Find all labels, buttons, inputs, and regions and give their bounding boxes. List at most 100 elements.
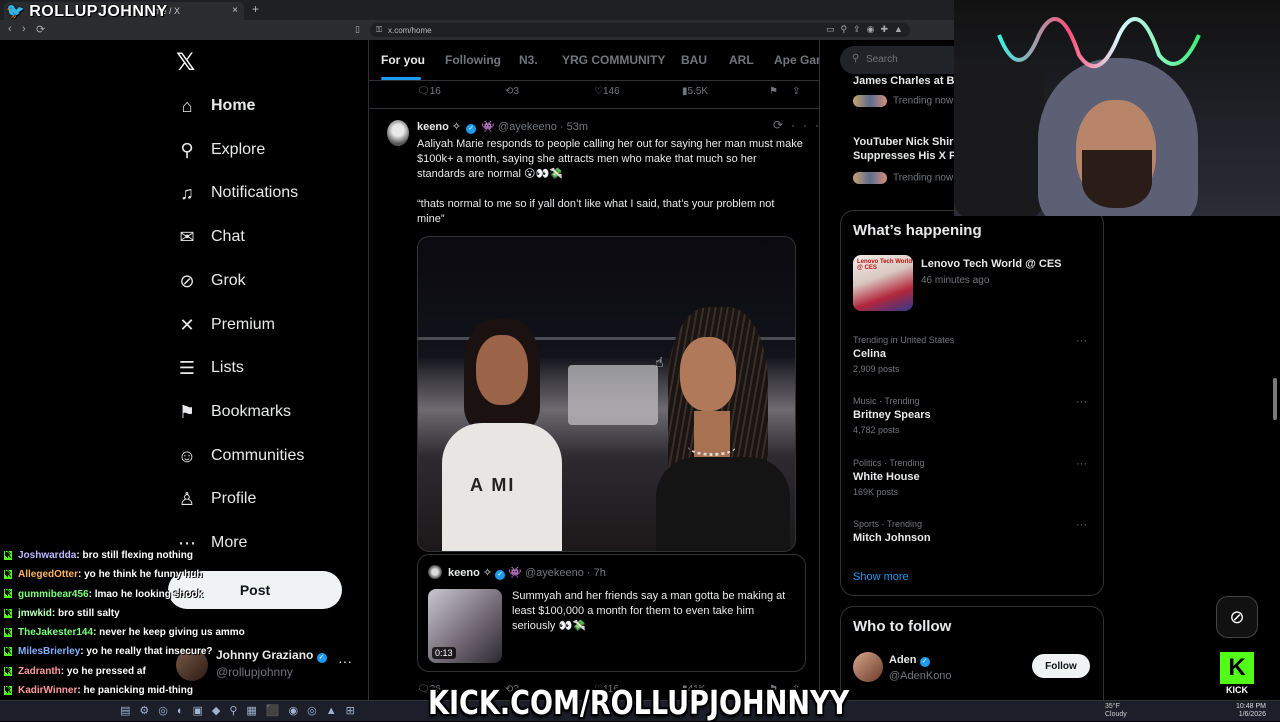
new-tab-button[interactable]: + [252,2,259,16]
kick-logo-letter: K [1220,652,1254,684]
x-logo-icon[interactable]: 𝕏 [176,48,195,77]
neon-light-icon [997,17,1201,69]
top-trend-title[interactable]: YouTuber Nick Shir Suppresses His X P [853,135,963,163]
tweet-video[interactable]: A MI [417,236,796,552]
more-icon[interactable]: ··· [1076,335,1087,347]
close-icon[interactable]: × [232,5,238,16]
more-icon[interactable]: ··· [1076,519,1087,531]
sidebar-item-lists[interactable]: ☰ Lists [176,353,244,383]
back-button[interactable]: ‹ [8,23,12,35]
avatar-stack [853,172,887,184]
trend-item[interactable]: Politics · Trending White House 169K pos… [853,458,1093,497]
more-icon[interactable]: ··· [1076,396,1087,408]
reply-button[interactable]: 🗨 16 [417,86,441,97]
tab-n3[interactable]: N3. [519,53,538,67]
tweet-author-name[interactable]: keeno [417,121,449,133]
weather-widget[interactable]: 35°F Cloudy [1105,703,1127,719]
trend-count: 2,909 posts [853,364,900,374]
quoted-author-name: keeno [448,567,480,579]
tab-yrg-community[interactable]: YRG COMMUNITY [562,53,665,67]
twitter-bird-icon: 🐦 [6,3,26,20]
trend-name: White House [853,471,920,483]
chat-username: jmwkid [18,607,52,619]
reload-button[interactable]: ⟳ [36,23,45,36]
event-thumbnail[interactable]: Lenovo Tech World @ CES [853,255,913,311]
top-trend-title[interactable]: James Charles at B [853,74,963,88]
repost-button[interactable]: ⟲ 3 [505,86,519,97]
sidebar-item-label: Notifications [211,184,299,201]
video-duration: 0:13 [432,647,456,659]
sidebar-item-grok[interactable]: ⊘ Grok [176,266,245,296]
sidebar-item-chat[interactable]: ✉ Chat [176,222,245,252]
avatar [428,565,442,579]
show-more-link[interactable]: Show more [853,571,909,583]
quoted-tweet[interactable]: keeno ✧ ✓ 👾 @ayekeeno · 7h 0:13 Summyah … [417,554,806,672]
trend-item[interactable]: Sports · Trending Mitch Johnson ··· [853,519,1093,544]
sidebar-item-label: Chat [211,228,245,245]
chat-text: : lmao he looking shook [88,588,204,600]
bookmark-icon[interactable]: ⚑ [769,86,778,97]
active-tab-indicator [381,77,421,80]
section-title: What’s happening [853,222,982,239]
taskbar-app-icons[interactable]: ▤⚙◎◐▣◆⚲▦⬛◉◎▲⊞ [120,704,364,717]
scrollbar[interactable] [1273,378,1277,420]
affiliate-badge-icon: 👾 [508,567,522,579]
sidebar-item-bookmarks[interactable]: ⚑ Bookmarks [176,397,291,427]
kick-badge-icon: K [4,666,12,676]
tweet-time[interactable]: · 53m [560,121,588,133]
tab-following[interactable]: Following [445,53,501,67]
trend-context: Music · Trending [853,396,920,406]
kick-logo-word: KICK [1226,685,1248,695]
trend-item[interactable]: Music · Trending Britney Spears 4,782 po… [853,396,1093,435]
avatar-stack [853,95,887,107]
lock-icon: ⚿ [376,25,383,34]
tab-bau[interactable]: BAU [681,53,707,67]
sidebar-item-profile[interactable]: ♙ Profile [176,484,256,514]
chat-username: AllegedOtter [18,569,79,581]
event-time: 46 minutes ago [921,275,990,286]
more-icon[interactable]: ··· [791,118,827,132]
chat-message: K Joshwardda: bro still flexing nothing [0,546,360,565]
bell-icon: ♫ [180,182,194,203]
suggested-user-name[interactable]: Aden ✓ [889,654,930,667]
communities-icon: ☺ [177,445,197,466]
like-button[interactable]: ♡ 146 [594,86,620,97]
tweet-header: keeno ✧ ✓ 👾 @ayekeeno · 53m [417,120,588,134]
tab-ape-gang[interactable]: Ape Gan [774,53,819,67]
views-button[interactable]: ▮ 5.5K [682,86,708,97]
kick-badge-icon: K [4,685,12,695]
follow-button[interactable]: Follow [1032,654,1090,678]
sidebar-item-premium[interactable]: ✕ Premium [176,310,275,340]
event-title[interactable]: Lenovo Tech World @ CES [921,258,1062,270]
bookmark-page-icon[interactable]: ▯ [355,24,360,35]
kick-logo: K KICK [1218,652,1256,696]
tweet-author-handle[interactable]: @ayekeeno [498,121,557,133]
patio-furniture [568,365,658,425]
share-icon[interactable]: ⇪ [792,86,800,97]
sidebar-item-label: Lists [211,359,244,376]
sidebar-item-explore[interactable]: ⚲ Explore [176,135,265,165]
grok-icon[interactable]: ⊘ [1216,596,1258,638]
quoted-video-thumbnail[interactable]: 0:13 [428,589,502,663]
kick-badge-icon: K [4,647,12,657]
kick-badge-icon: K [4,608,12,618]
grok-explain-icon[interactable]: ⟳ [773,118,791,132]
extension-icons[interactable]: ▭⚲⇪◉✚▲ [826,24,909,35]
event-thumbnail-text: Lenovo Tech World @ CES [857,259,913,271]
tab-arl[interactable]: ARL [729,53,754,67]
chat-text: : yo he pressed af [60,665,146,677]
avatar[interactable] [853,652,883,682]
sidebar-item-home[interactable]: ⌂ Home [176,91,256,121]
sidebar-item-label: Premium [211,316,276,333]
top-trend-meta: Trending now [853,95,953,107]
tab-for-you[interactable]: For you [381,53,425,67]
avatar[interactable] [387,120,409,146]
chat-username: MilesBrierley [18,646,81,658]
forward-button[interactable]: › [22,23,26,35]
system-clock[interactable]: 10:48 PM 1/6/2026 [1236,703,1266,719]
trend-item[interactable]: Trending in United States Celina 2,909 p… [853,335,1093,374]
sidebar-item-notifications[interactable]: ♫ Notifications [176,178,298,208]
sidebar-item-communities[interactable]: ☺ Communities [176,441,305,471]
brand-text: ROLLUPJOHNNY [29,3,168,20]
more-icon[interactable]: ··· [1076,458,1087,470]
